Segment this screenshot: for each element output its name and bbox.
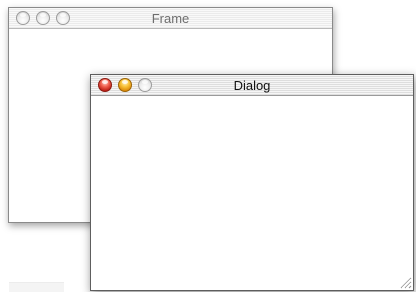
dialog-content [91, 96, 413, 290]
dialog-title: Dialog [233, 78, 271, 93]
background-strip [9, 282, 64, 292]
frame-title: Frame [151, 11, 190, 26]
dialog-title-bar[interactable]: Dialog [91, 75, 413, 96]
resize-grip-icon[interactable] [399, 276, 412, 289]
frame-title-bar[interactable]: Frame [9, 8, 332, 29]
dialog-window[interactable]: Dialog [90, 74, 414, 291]
